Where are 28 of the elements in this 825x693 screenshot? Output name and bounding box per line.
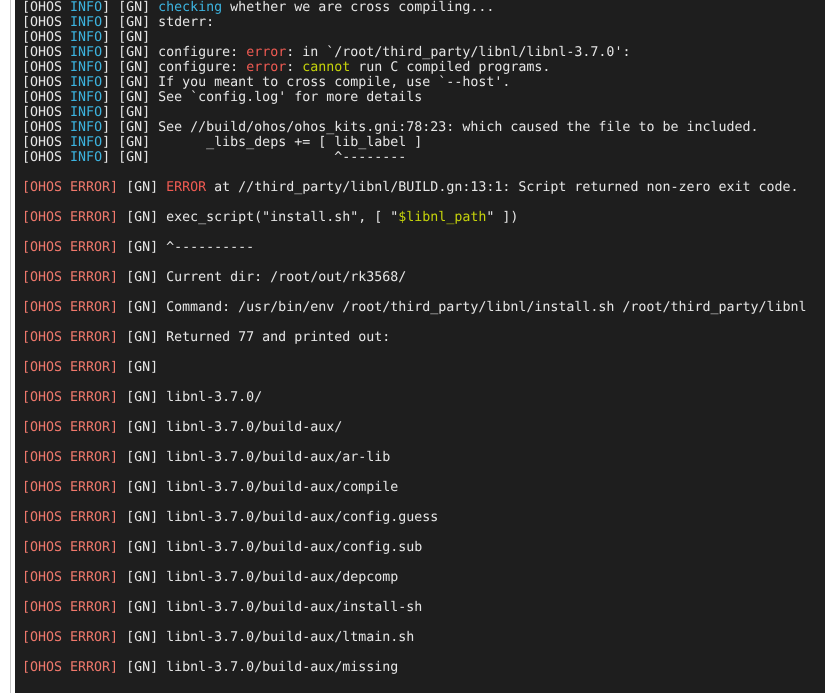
- error-log-line: [OHOS ERROR] [GN] Current dir: /root/out/rk3568/: [22, 270, 406, 285]
- info-log-line: [OHOS INFO] [GN] See //build/ohos/ohos_kits.gni:78:23: which caused the file to be included.: [22, 120, 759, 135]
- error-log-line: [OHOS ERROR] [GN] libnl-3.7.0/build-aux/config.guess: [22, 510, 438, 525]
- error-log-line: [OHOS ERROR] [GN]: [22, 360, 158, 375]
- error-log-line: [OHOS ERROR] [GN] libnl-3.7.0/build-aux/depcomp: [22, 570, 398, 585]
- error-log-line: [OHOS ERROR] [GN] Returned 77 and printed out:: [22, 330, 390, 345]
- info-log-line: [OHOS INFO] [GN] ^--------: [22, 150, 406, 165]
- error-log-line: [OHOS ERROR] [GN] libnl-3.7.0/build-aux/ar-lib: [22, 450, 390, 465]
- info-log-line: [OHOS INFO] [GN] See `config.log' for more details: [22, 90, 422, 105]
- error-log-line: [OHOS ERROR] [GN] libnl-3.7.0/build-aux/missing: [22, 660, 398, 675]
- error-log-line: [OHOS ERROR] [GN] Command: /usr/bin/env /root/third_party/libnl/install.sh /root/third_party/libnl: [22, 300, 807, 315]
- error-log-line: [OHOS ERROR] [GN] libnl-3.7.0/build-aux/config.sub: [22, 540, 422, 555]
- info-log-line: [OHOS INFO] [GN] configure: error: in `/root/third_party/libnl/libnl-3.7.0':: [22, 45, 630, 60]
- info-log-line: [OHOS INFO] [GN] stderr:: [22, 15, 214, 30]
- error-log-line: [OHOS ERROR] [GN] libnl-3.7.0/build-aux/install-sh: [22, 600, 422, 615]
- info-log-line: [OHOS INFO] [GN] If you meant to cross compile, use `--host'.: [22, 75, 510, 90]
- error-log-line: [OHOS ERROR] [GN] exec_script("install.sh", [ "$libnl_path" ]): [22, 210, 518, 225]
- error-log-line: [OHOS ERROR] [GN] ERROR at //third_party/libnl/BUILD.gn:13:1: Script returned non-zero exit code.: [22, 180, 799, 195]
- info-log-line: [OHOS INFO] [GN] checking whether we are cross compiling...: [22, 0, 494, 15]
- info-log-line: [OHOS INFO] [GN]: [22, 30, 150, 45]
- info-log-line: [OHOS INFO] [GN]: [22, 105, 150, 120]
- error-log-line: [OHOS ERROR] [GN] libnl-3.7.0/build-aux/compile: [22, 480, 398, 495]
- error-log-line: [OHOS ERROR] [GN] libnl-3.7.0/: [22, 390, 262, 405]
- error-log-line: [OHOS ERROR] [GN] libnl-3.7.0/build-aux/: [22, 420, 342, 435]
- error-log-line: [OHOS ERROR] [GN] libnl-3.7.0/build-aux/ltmain.sh: [22, 630, 414, 645]
- info-log-line: [OHOS INFO] [GN] _libs_deps += [ lib_label ]: [22, 135, 422, 150]
- info-log-line: [OHOS INFO] [GN] configure: error: cannot run C compiled programs.: [22, 60, 550, 75]
- error-log-line: [OHOS ERROR] [GN] ^----------: [22, 240, 254, 255]
